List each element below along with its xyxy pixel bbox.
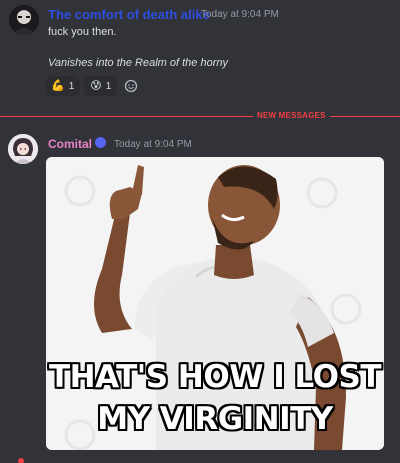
role-badge-icon xyxy=(95,137,106,148)
meme-caption-line2: MY VIRGINITY xyxy=(97,401,333,437)
message-1: The comfort of death alike Today at 9:04… xyxy=(0,0,400,100)
reaction-count: 1 xyxy=(105,80,112,92)
new-messages-divider: NEW MESSAGES xyxy=(0,110,400,124)
flexed-biceps-icon: 💪 xyxy=(51,79,65,92)
new-messages-label: NEW MESSAGES xyxy=(253,111,330,120)
reaction-flexed-biceps[interactable]: 💪 1 xyxy=(45,76,81,96)
meme-image[interactable]: THAT'S HOW I LOST MY VIRGINITY xyxy=(46,157,384,450)
username[interactable]: Comital xyxy=(48,137,92,151)
meme-caption-line1: THAT'S HOW I LOST xyxy=(48,359,382,395)
chat-messages: The comfort of death alike Today at 9:04… xyxy=(0,0,400,463)
divider-line xyxy=(0,116,400,117)
status-dot-icon xyxy=(18,458,24,463)
username[interactable]: The comfort of death alike xyxy=(48,7,210,22)
add-reaction-button[interactable] xyxy=(121,76,141,96)
anxious-face-icon: 😰 xyxy=(90,79,102,92)
avatar[interactable] xyxy=(9,5,39,35)
message-text: fuck you then. xyxy=(48,26,117,38)
avatar[interactable] xyxy=(8,134,38,164)
timestamp: Today at 9:04 PM xyxy=(201,9,279,20)
reaction-anxious-face[interactable]: 😰 1 xyxy=(84,76,118,96)
reaction-count: 1 xyxy=(68,80,75,92)
timestamp: Today at 9:04 PM xyxy=(114,139,192,150)
reactions-bar: 💪 1 😰 1 xyxy=(45,76,141,96)
add-reaction-icon xyxy=(125,79,138,93)
message-text-italic: Vanishes into the Realm of the horny xyxy=(48,57,228,69)
